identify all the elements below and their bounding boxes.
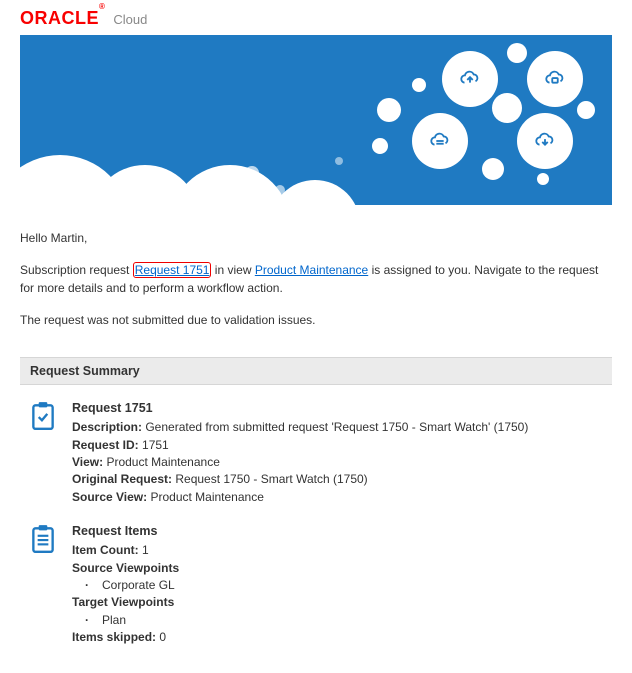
request-details: Request 1751 Description: Generated from… <box>72 399 528 506</box>
target-viewpoints-label: Target Viewpoints <box>72 594 179 611</box>
request-block: Request 1751 Description: Generated from… <box>30 399 612 506</box>
hero-banner <box>20 35 612 205</box>
product-label: Cloud <box>113 12 147 27</box>
cloud-dot <box>335 157 343 165</box>
request-view-row: View: Product Maintenance <box>72 454 528 471</box>
source-view-value: Product Maintenance <box>147 490 264 504</box>
item-count-row: Item Count: 1 <box>72 542 179 559</box>
request-link[interactable]: Request 1751 <box>133 262 212 278</box>
dot-icon <box>537 173 549 185</box>
items-skipped-row: Items skipped: 0 <box>72 629 179 646</box>
source-view-row: Source View: Product Maintenance <box>72 489 528 506</box>
oracle-logo: ORACLE® <box>20 8 105 29</box>
request-items-block: Request Items Item Count: 1 Source Viewp… <box>30 522 612 646</box>
source-viewpoint-item: Corporate GL <box>72 577 179 594</box>
view-label: View: <box>72 455 103 469</box>
cloud-cluster <box>362 43 602 203</box>
original-request-label: Original Request: <box>72 472 172 486</box>
request-title: Request 1751 <box>72 399 528 417</box>
dot-icon <box>482 158 504 180</box>
validation-message: The request was not submitted due to val… <box>20 311 612 329</box>
greeting-text: Hello Martin, <box>20 229 612 247</box>
intro-prefix: Subscription request <box>20 263 133 277</box>
item-count-label: Item Count: <box>72 543 139 557</box>
clipboard-list-icon <box>30 522 58 646</box>
item-count-value: 1 <box>139 543 149 557</box>
cloud-blob <box>170 165 290 205</box>
target-viewpoints: Target Viewpoints Plan <box>72 594 179 629</box>
cloud-dot <box>275 185 285 195</box>
registered-mark: ® <box>99 2 105 11</box>
request-description-row: Description: Generated from submitted re… <box>72 419 528 436</box>
items-skipped-value: 0 <box>156 630 166 644</box>
request-items-title: Request Items <box>72 522 179 540</box>
dot-icon <box>412 78 426 92</box>
message-body: Hello Martin, Subscription request Reque… <box>0 205 632 353</box>
dot-icon <box>372 138 388 154</box>
description-value: Generated from submitted request 'Reques… <box>142 420 528 434</box>
request-id-row: Request ID: 1751 <box>72 437 528 454</box>
target-viewpoint-item: Plan <box>72 612 179 629</box>
cloud-dot <box>245 166 259 180</box>
request-summary-body: Request 1751 Description: Generated from… <box>0 385 632 673</box>
dot-icon <box>577 101 595 119</box>
cloud-upload-icon <box>442 51 498 107</box>
source-viewpoints-label: Source Viewpoints <box>72 560 179 577</box>
original-request-value: Request 1750 - Smart Watch (1750) <box>172 472 368 486</box>
dot-icon <box>492 93 522 123</box>
cloud-download-icon <box>517 113 573 169</box>
request-summary-header: Request Summary <box>20 357 612 385</box>
oracle-logo-text: ORACLE <box>20 8 99 28</box>
clipboard-check-icon <box>30 399 58 506</box>
request-id-value: 1751 <box>139 438 169 452</box>
original-request-row: Original Request: Request 1750 - Smart W… <box>72 471 528 488</box>
brand-header: ORACLE® Cloud <box>0 0 632 35</box>
source-viewpoints: Source Viewpoints Corporate GL <box>72 560 179 595</box>
request-id-label: Request ID: <box>72 438 139 452</box>
dot-icon <box>507 43 527 63</box>
view-link[interactable]: Product Maintenance <box>255 263 368 277</box>
request-items-details: Request Items Item Count: 1 Source Viewp… <box>72 522 179 646</box>
description-label: Description: <box>72 420 142 434</box>
intro-mid1: in view <box>211 263 254 277</box>
source-view-label: Source View: <box>72 490 147 504</box>
view-value: Product Maintenance <box>103 455 220 469</box>
cloud-data-icon <box>527 51 583 107</box>
intro-paragraph: Subscription request Request 1751 in vie… <box>20 261 612 297</box>
items-skipped-label: Items skipped: <box>72 630 156 644</box>
cloud-sync-icon <box>412 113 468 169</box>
dot-icon <box>377 98 401 122</box>
